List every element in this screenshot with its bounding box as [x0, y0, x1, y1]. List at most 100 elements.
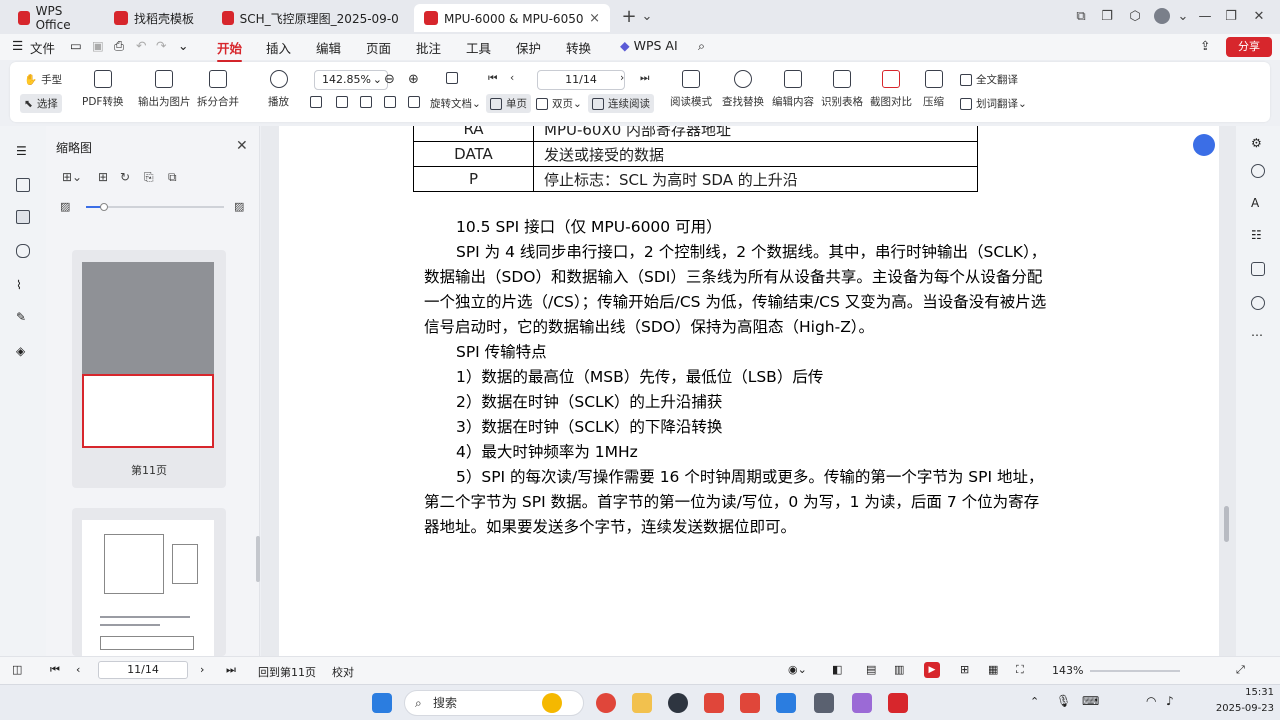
first-page-icon[interactable]: ⏮: [488, 72, 497, 85]
play-icon[interactable]: ▶: [924, 662, 940, 678]
translate-side-icon[interactable]: [1251, 262, 1265, 276]
more-icon[interactable]: ⋯: [1251, 328, 1265, 342]
close-tab-icon[interactable]: ×: [589, 11, 600, 26]
menu-insert[interactable]: 插入: [266, 38, 291, 57]
back-to-page-link[interactable]: 回到第11页: [258, 664, 316, 680]
volume-icon[interactable]: ♪: [1166, 694, 1174, 708]
bookmark-icon[interactable]: [16, 178, 30, 192]
menu-protect[interactable]: 保护: [516, 38, 541, 57]
insert-page-icon[interactable]: ⊞: [98, 170, 108, 184]
vscode-icon[interactable]: [776, 693, 796, 713]
compress-button[interactable]: 压缩: [923, 70, 944, 109]
attachment-icon[interactable]: ⌇: [16, 278, 30, 292]
copy-page-icon[interactable]: ⧉: [168, 170, 177, 185]
menu-file[interactable]: 文件: [30, 38, 55, 57]
tab-wps-office[interactable]: WPS Office: [8, 4, 100, 32]
cube-icon[interactable]: ⬡: [1126, 8, 1144, 26]
grid-view-icon[interactable]: ⊞⌄: [62, 170, 82, 184]
camera-icon[interactable]: [814, 693, 834, 713]
outline-icon[interactable]: ☰: [16, 144, 30, 158]
rotate-left-icon[interactable]: [384, 96, 400, 108]
menu-edit[interactable]: 编辑: [316, 38, 341, 57]
pdf-convert-button[interactable]: PDF转换: [82, 70, 123, 109]
full-translate-button[interactable]: 全文翻译: [960, 72, 1018, 87]
actual-size-icon[interactable]: [360, 96, 376, 108]
xmind-icon[interactable]: [704, 693, 724, 713]
next-page-icon[interactable]: ›: [620, 72, 624, 84]
doc-scrollbar[interactable]: [1224, 506, 1229, 542]
edit-content-button[interactable]: 编辑内容: [772, 70, 814, 109]
single-page-button[interactable]: 单页: [486, 94, 531, 113]
thumbnail-icon[interactable]: [16, 210, 30, 224]
continuous-icon[interactable]: ▦: [988, 663, 998, 676]
floating-action-icon[interactable]: [1193, 134, 1215, 156]
select-tool-button[interactable]: ⬉ 选择: [20, 94, 62, 113]
weather-icon[interactable]: [542, 693, 562, 713]
wifi-icon[interactable]: ◠: [1146, 694, 1156, 708]
status-page-input[interactable]: 11/14: [98, 661, 188, 679]
comment-icon[interactable]: [16, 244, 30, 258]
tab-mpu-pdf[interactable]: MPU-6000 & MPU-6050产 ×: [414, 4, 610, 32]
recognize-table-button[interactable]: 识别表格: [821, 70, 863, 109]
search-icon[interactable]: [1251, 164, 1265, 178]
tab-docer[interactable]: 找稻壳模板: [104, 4, 204, 32]
menu-page[interactable]: 页面: [366, 38, 391, 57]
app-icon[interactable]: [668, 693, 688, 713]
play-button[interactable]: 播放: [268, 70, 289, 109]
keyboard-icon[interactable]: ⌨: [1082, 694, 1099, 708]
chrome-icon[interactable]: [596, 693, 616, 713]
fullscreen-icon[interactable]: ⛶: [1016, 663, 1024, 677]
double-page-button[interactable]: 双页 ⌄: [536, 96, 582, 111]
single-view-icon[interactable]: ▤: [866, 663, 876, 676]
start-icon[interactable]: [372, 693, 392, 713]
share-button[interactable]: 分享: [1226, 37, 1272, 57]
zoom-slider[interactable]: [1090, 670, 1180, 672]
menu-comment[interactable]: 批注: [416, 38, 441, 57]
next-page-icon[interactable]: ›: [200, 663, 204, 676]
menu-wps-ai[interactable]: ◆ WPS AI: [620, 38, 678, 53]
settings-icon[interactable]: ⚙: [1251, 136, 1265, 150]
thumbnail-page-12[interactable]: [72, 508, 226, 656]
screenshot-icon[interactable]: ⧉: [1072, 8, 1090, 26]
layers-icon[interactable]: ◈: [16, 344, 30, 358]
app-icon[interactable]: [852, 693, 872, 713]
rotate-page-icon[interactable]: ↻: [120, 170, 130, 184]
first-page-icon[interactable]: ⏮: [50, 663, 60, 677]
rotate-icon[interactable]: [446, 72, 462, 84]
expand-icon[interactable]: ⤢: [1236, 663, 1245, 677]
rotate-right-icon[interactable]: [408, 96, 424, 108]
extract-page-icon[interactable]: ⎘: [144, 170, 154, 185]
chevron-down-icon[interactable]: ⌄: [178, 38, 188, 53]
prev-page-icon[interactable]: ‹: [510, 72, 514, 84]
folder-icon[interactable]: ▭: [70, 38, 82, 53]
find-replace-button[interactable]: 查找替换: [722, 70, 764, 109]
minimize-icon[interactable]: —: [1196, 8, 1214, 26]
text-style-icon[interactable]: A: [1251, 196, 1265, 210]
wps-icon[interactable]: [888, 693, 908, 713]
menu-convert[interactable]: 转换: [566, 38, 591, 57]
folder-icon[interactable]: [632, 693, 652, 713]
save-icon[interactable]: ▣: [92, 38, 104, 53]
small-image-icon[interactable]: ▨: [60, 200, 70, 213]
tab-sch-pdf[interactable]: SCH_飞控原理图_2025-09-03.pdf: [212, 4, 408, 32]
chevron-up-icon[interactable]: ⌃: [1030, 695, 1039, 708]
new-tab-button[interactable]: +: [620, 8, 638, 26]
menu-tools[interactable]: 工具: [466, 38, 491, 57]
chevron-down-icon[interactable]: ⌄: [638, 8, 656, 26]
zoom-in-icon[interactable]: ⊕: [408, 72, 419, 87]
mic-icon[interactable]: 🎙: [1056, 694, 1071, 708]
fit-page-icon[interactable]: [336, 96, 352, 108]
help-icon[interactable]: [1251, 296, 1265, 310]
window-icon[interactable]: ❐: [1098, 8, 1116, 26]
zoom-select[interactable]: 142.85% ⌄: [314, 70, 388, 90]
slider-handle[interactable]: [100, 203, 108, 211]
screenshot-compare-button[interactable]: 截图对比: [870, 70, 912, 109]
restore-icon[interactable]: ❐: [1222, 8, 1240, 26]
thumb-size-slider[interactable]: [86, 203, 224, 211]
close-window-icon[interactable]: ✕: [1250, 8, 1268, 26]
proofread-button[interactable]: 校对: [332, 664, 354, 680]
thumbnail-page-11[interactable]: 第11页: [72, 250, 226, 488]
large-image-icon[interactable]: ▨: [234, 200, 244, 213]
zoom-percent[interactable]: 143%: [1052, 664, 1083, 677]
read-mode-button[interactable]: 阅读模式: [670, 70, 712, 109]
